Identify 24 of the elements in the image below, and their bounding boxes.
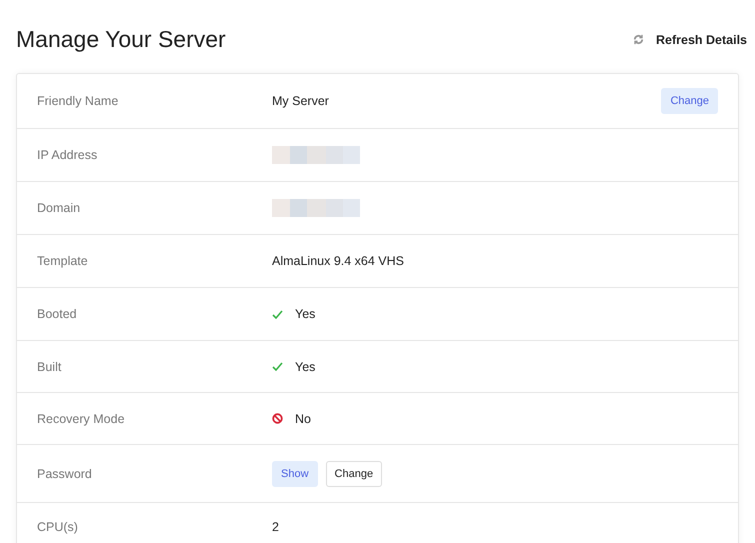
field-label: IP Address — [37, 148, 98, 162]
field-label: Built — [37, 360, 62, 374]
field-value: AlmaLinux 9.4 x64 VHS — [272, 254, 404, 268]
field-label: Domain — [37, 201, 82, 215]
field-label: Recovery Mode — [37, 412, 126, 426]
field-value: My Server — [272, 94, 329, 108]
field-label: Password — [37, 466, 93, 480]
status-value: No — [295, 412, 311, 426]
field-label: Booted — [37, 307, 78, 321]
check-icon — [272, 362, 283, 371]
change-button[interactable]: Change — [661, 88, 718, 114]
status-value: Yes — [295, 360, 316, 374]
status-value: Yes — [295, 307, 316, 321]
password-button[interactable]: Show — [272, 460, 318, 486]
page-title: Manage Your Server — [16, 26, 226, 53]
field-label: CPU(s) — [37, 520, 79, 534]
refresh-icon — [632, 34, 644, 45]
field-label: Template — [37, 254, 89, 268]
refresh-details-link[interactable]: Refresh Details — [632, 32, 747, 46]
field-value: 2 — [272, 520, 279, 534]
check-icon — [272, 310, 283, 318]
prohibited-icon — [272, 413, 283, 424]
password-button[interactable]: Change — [326, 460, 382, 486]
field-label: Friendly Name — [37, 94, 120, 108]
